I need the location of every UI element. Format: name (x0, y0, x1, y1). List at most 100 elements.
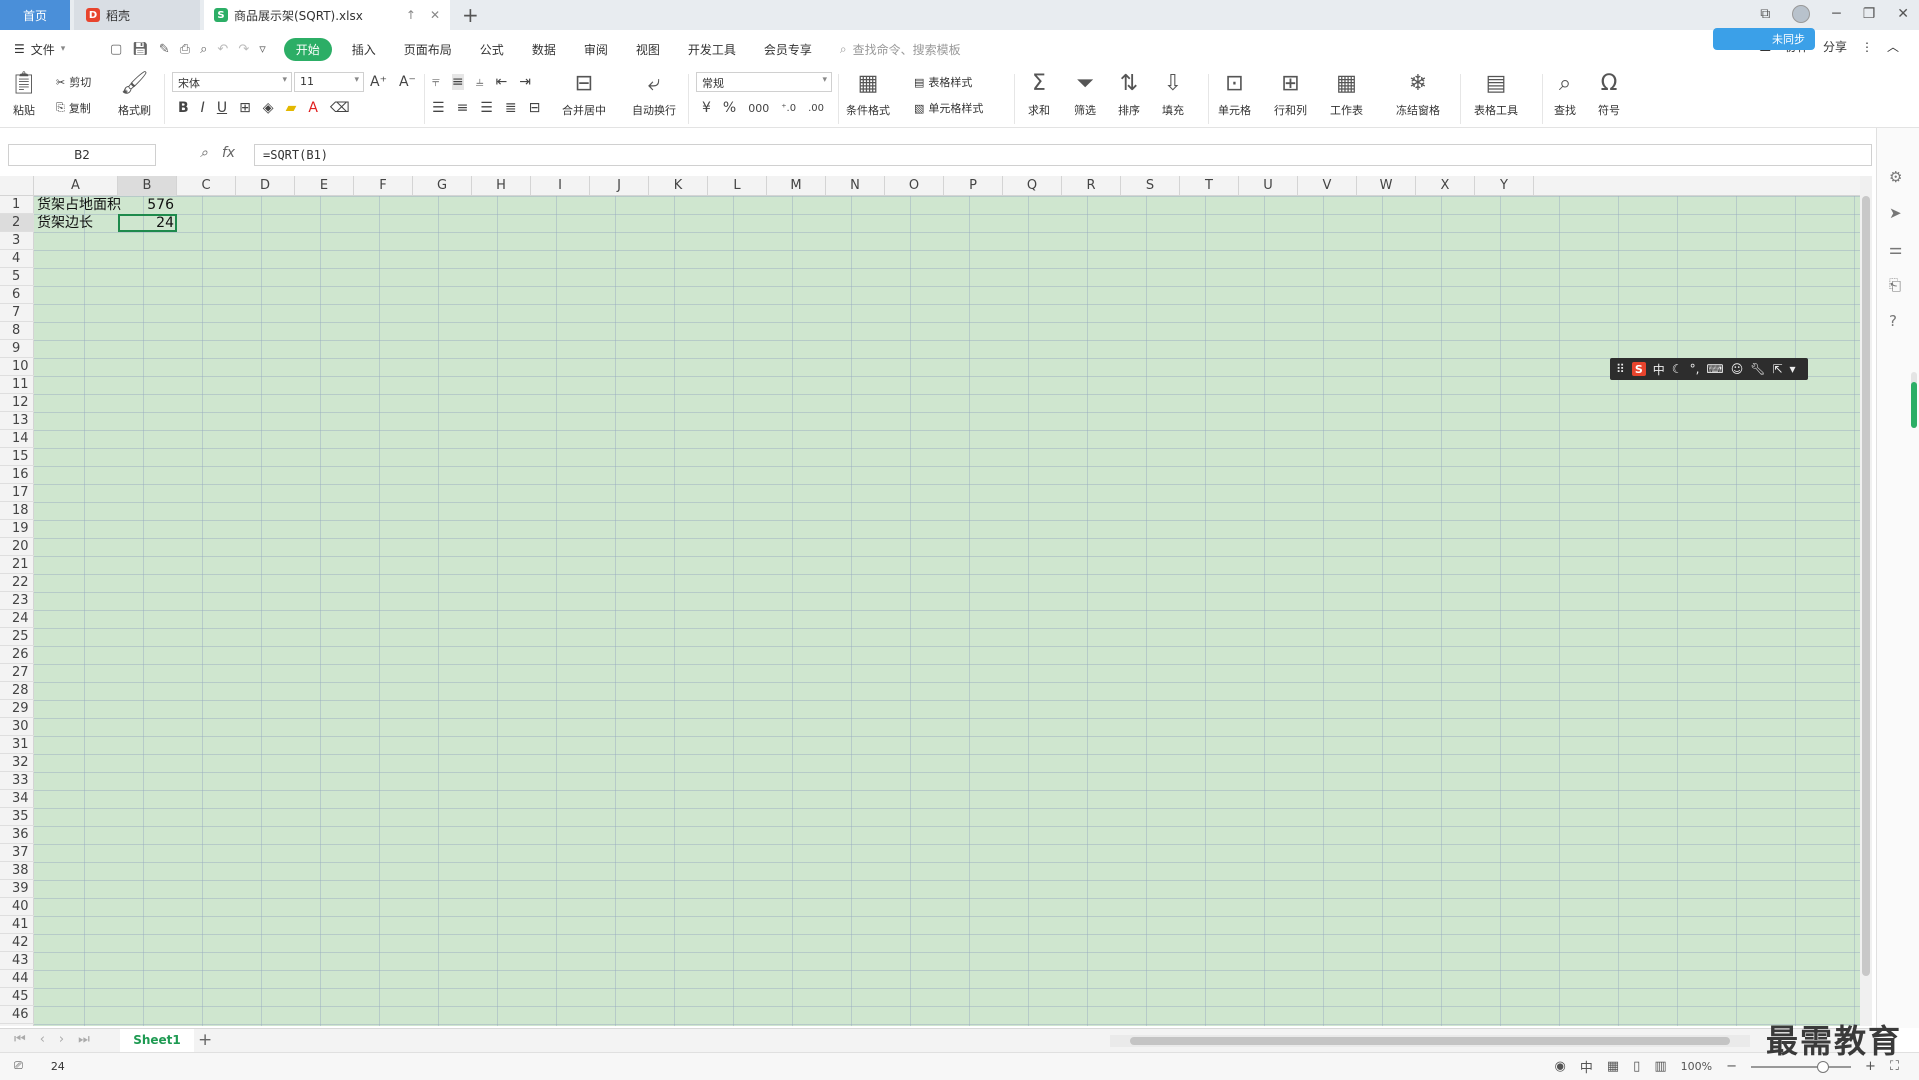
rows-cols-button[interactable]: ⊞ 行和列 (1274, 72, 1307, 118)
column-header[interactable]: I (531, 176, 590, 196)
align-top-icon[interactable]: ⫧ (432, 74, 440, 90)
window-list-icon[interactable]: ⧉ (1760, 6, 1770, 22)
row-header[interactable]: 22 (0, 574, 34, 592)
align-right-icon[interactable]: ☰ (480, 100, 493, 116)
row-header[interactable]: 18 (0, 502, 34, 520)
row-header[interactable]: 2 (0, 214, 34, 232)
row-header[interactable]: 10 (0, 358, 34, 376)
undo-icon[interactable]: ↶ (217, 42, 228, 57)
backup-icon[interactable]: ⎗ (1889, 276, 1901, 294)
row-header[interactable]: 35 (0, 808, 34, 826)
sort-button[interactable]: ⇅ 排序 (1118, 72, 1140, 118)
vertical-scrollbar[interactable] (1860, 176, 1872, 1026)
indent-increase-icon[interactable]: ⇥ (519, 74, 531, 90)
column-header[interactable]: J (590, 176, 649, 196)
more-icon[interactable]: ⋮ (1861, 40, 1873, 54)
row-header[interactable]: 39 (0, 880, 34, 898)
thousands-icon[interactable]: 000 (748, 102, 769, 115)
row-header[interactable]: 6 (0, 286, 34, 304)
highlight-icon[interactable]: ▰ (286, 100, 297, 116)
side-panel-scroll-thumb[interactable] (1911, 382, 1917, 428)
zoom-knob[interactable] (1816, 1060, 1829, 1073)
ime-menu-icon[interactable]: ▾ (1790, 362, 1796, 376)
row-header[interactable]: 3 (0, 232, 34, 250)
tab-page-layout[interactable]: 页面布局 (390, 41, 466, 58)
row-header[interactable]: 31 (0, 736, 34, 754)
row-header[interactable]: 9 (0, 340, 34, 358)
share-label[interactable]: 分享 (1823, 38, 1847, 55)
column-header[interactable]: W (1357, 176, 1416, 196)
wrench-icon[interactable]: 🔧︎ (1750, 362, 1765, 376)
align-middle-icon[interactable]: ≡ (451, 74, 464, 90)
restore-icon[interactable]: ❐ (1863, 6, 1876, 22)
number-format-select[interactable]: 常规 (696, 72, 832, 92)
copy-button[interactable]: ⎘ 复制 (56, 100, 91, 116)
percent-icon[interactable]: % (723, 100, 736, 116)
cell-a1[interactable]: 货架占地面积 (34, 196, 121, 214)
first-sheet-icon[interactable]: ⏮ (14, 1032, 26, 1047)
new-tab-button[interactable]: + (462, 3, 479, 27)
column-header[interactable]: F (354, 176, 413, 196)
format-icon[interactable]: ✎ (159, 42, 170, 57)
customize-icon[interactable]: ▿ (259, 42, 266, 57)
column-header[interactable]: P (944, 176, 1003, 196)
cell-style-button[interactable]: ▧ 单元格样式 (914, 100, 983, 116)
increase-decimal-icon[interactable]: ⁺.0 (781, 103, 796, 114)
indent-decrease-icon[interactable]: ⇤ (496, 74, 508, 90)
font-name-select[interactable]: 宋体 (172, 72, 292, 92)
zoom-slider[interactable] (1750, 1060, 1851, 1073)
close-icon[interactable]: ✕ (430, 8, 440, 22)
cell-area[interactable]: 货架占地面积 576 货架边长 24 (34, 196, 1860, 1026)
select-all-corner[interactable] (0, 176, 34, 196)
row-header[interactable]: 25 (0, 628, 34, 646)
user-icon[interactable]: ☺ (1731, 362, 1744, 376)
cut-button[interactable]: ✂ 剪切 (56, 74, 91, 90)
row-header[interactable]: 15 (0, 448, 34, 466)
row-header[interactable]: 14 (0, 430, 34, 448)
redo-icon[interactable]: ↷ (238, 42, 249, 57)
column-header[interactable]: U (1239, 176, 1298, 196)
column-header[interactable]: L (708, 176, 767, 196)
format-painter-button[interactable]: 🖌︎ 格式刷 (118, 72, 151, 118)
zoom-formula-icon[interactable]: ⌕ (200, 145, 208, 161)
column-header[interactable]: R (1062, 176, 1121, 196)
cell-b1[interactable]: 576 (118, 196, 177, 214)
ime-mode[interactable]: 中 (1653, 361, 1665, 378)
eye-protection-icon[interactable]: ◉ (1555, 1059, 1566, 1074)
bold-icon[interactable]: B (178, 100, 189, 116)
row-header[interactable]: 29 (0, 700, 34, 718)
worksheet-button[interactable]: ▦ 工作表 (1330, 72, 1363, 118)
symbol-button[interactable]: Ω 符号 (1598, 72, 1620, 118)
column-header[interactable]: A (34, 176, 118, 196)
row-header[interactable]: 16 (0, 466, 34, 484)
paste-button[interactable]: 📋︎ 粘贴 (10, 72, 38, 118)
sync-status-badge[interactable]: 未同步 (1713, 28, 1815, 50)
fx-icon[interactable]: fx (222, 145, 235, 161)
column-header[interactable]: Q (1003, 176, 1062, 196)
sum-button[interactable]: Σ 求和 (1028, 72, 1050, 118)
column-header[interactable]: V (1298, 176, 1357, 196)
column-header[interactable]: Y (1475, 176, 1534, 196)
row-header[interactable]: 40 (0, 898, 34, 916)
fill-button[interactable]: ⇩ 填充 (1162, 72, 1184, 118)
font-color-icon[interactable]: A (308, 100, 318, 116)
tab-home[interactable]: 首页 (0, 0, 70, 30)
column-header[interactable]: G (413, 176, 472, 196)
zoom-out-icon[interactable]: − (1726, 1059, 1737, 1074)
freeze-panes-button[interactable]: ❄︎ 冻结窗格 (1396, 72, 1440, 118)
distribute-icon[interactable]: ⊟ (529, 100, 541, 116)
row-header[interactable]: 5 (0, 268, 34, 286)
tab-start[interactable]: 开始 (283, 37, 332, 61)
external-icon[interactable]: ⇱ (1772, 362, 1782, 376)
page-break-view-icon[interactable]: ▥ (1654, 1059, 1666, 1074)
italic-icon[interactable]: I (201, 100, 205, 116)
horizontal-scroll-thumb[interactable] (1130, 1037, 1730, 1045)
ime-grip-icon[interactable]: ⠿ (1616, 362, 1625, 376)
punctuation-icon[interactable]: °, (1690, 362, 1700, 376)
pin-icon[interactable]: ↑ (406, 8, 416, 22)
row-header[interactable]: 36 (0, 826, 34, 844)
print-preview-icon[interactable]: ⌕ (200, 42, 207, 57)
next-sheet-icon[interactable]: › (59, 1032, 64, 1047)
column-header[interactable]: B (118, 176, 177, 196)
new-icon[interactable]: ▢ (110, 42, 122, 57)
